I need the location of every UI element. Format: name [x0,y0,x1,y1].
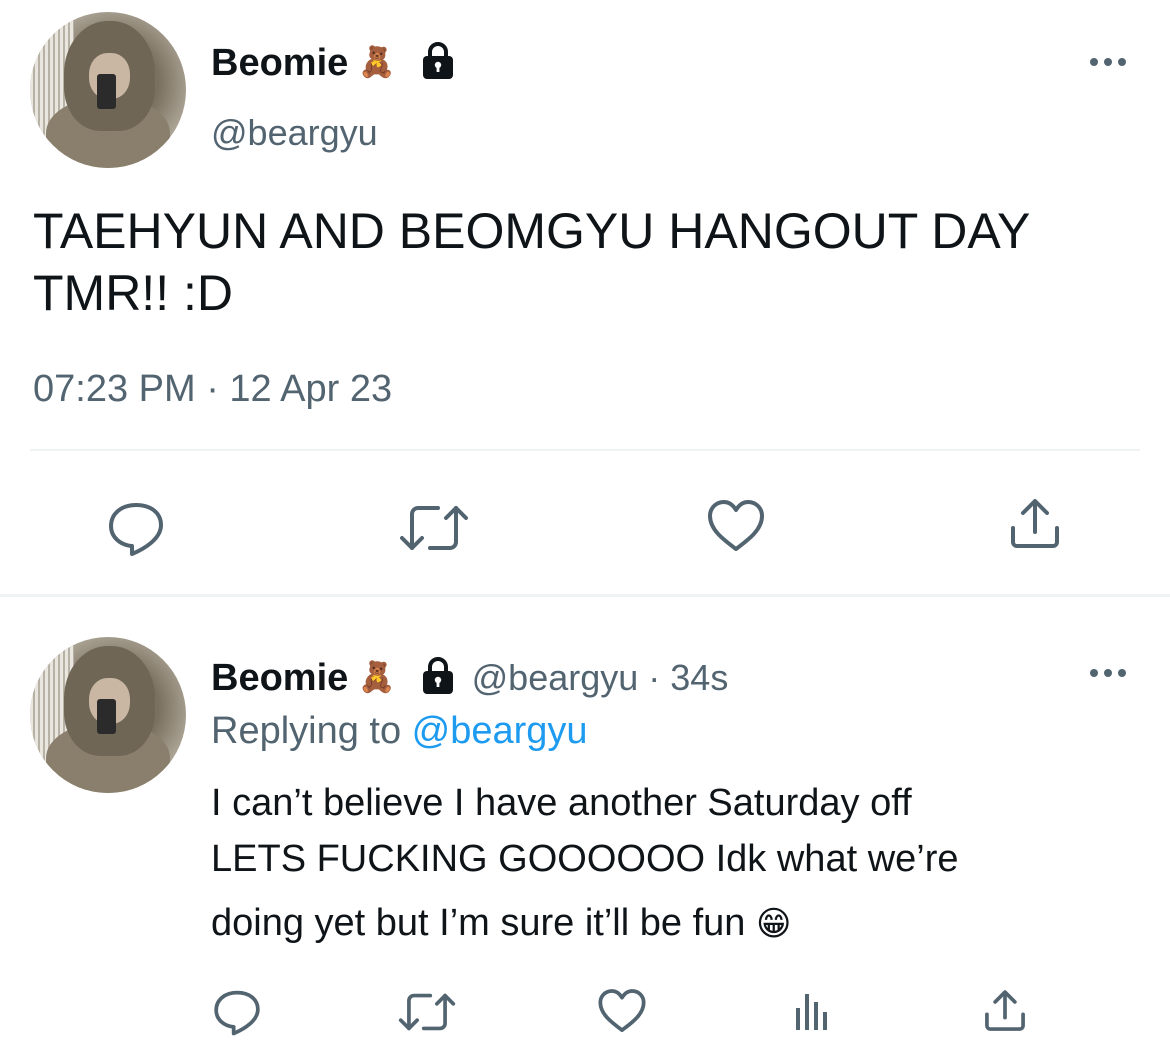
replying-to: Replying to @beargyu [211,710,588,753]
display-name[interactable]: Beomie [211,657,348,700]
tweet-text: TAEHYUN AND BEOMGYU HANGOUT DAY TMR!! :D [33,200,1030,324]
handle[interactable]: @beargyu [211,112,378,154]
reply-text-row: doing yet but I’m sure it’ll be fun 😁 [211,895,959,952]
reply-header: Beomie 🧸 @beargyu · 34s [211,655,728,701]
section-divider [0,594,1170,597]
lock-icon [418,656,458,701]
handle-time[interactable]: @beargyu · 34s [472,657,729,699]
reply-icon[interactable] [212,986,262,1041]
more-icon[interactable] [1088,52,1128,77]
replying-handle-link[interactable]: @beargyu [412,710,588,752]
timestamp[interactable]: 07:23 PM · 12 Apr 23 [33,368,392,411]
reply-icon[interactable] [106,497,166,562]
like-icon[interactable] [597,988,647,1039]
tweet-text-line: TMR!! :D [33,265,233,321]
share-icon[interactable] [982,988,1028,1039]
retweet-icon[interactable] [397,989,457,1040]
replying-prefix: Replying to [211,710,412,752]
analytics-icon[interactable] [793,988,833,1037]
reply-text-line: doing yet but I’m sure it’ll be fun [211,902,746,944]
reply-text-line: LETS FUCKING GOOOOOO Idk what we’re [211,838,959,880]
reply-text-line: I can’t believe I have another Saturday … [211,782,912,824]
share-icon[interactable] [1007,496,1063,557]
retweet-icon[interactable] [398,500,470,561]
grin-emoji: 😁 [755,905,792,943]
reply-text: I can’t believe I have another Saturday … [211,775,959,952]
bear-emoji: 🧸 [358,46,396,79]
display-name[interactable]: Beomie [211,42,348,85]
like-icon[interactable] [706,499,766,558]
avatar[interactable] [30,12,186,168]
avatar[interactable] [30,637,186,793]
lock-icon [418,41,458,86]
bear-emoji: 🧸 [358,661,396,694]
author-name-row: Beomie 🧸 [211,40,458,86]
divider [30,449,1140,451]
more-icon[interactable] [1088,663,1128,688]
tweet-text-line: TAEHYUN AND BEOMGYU HANGOUT DAY [33,203,1031,259]
